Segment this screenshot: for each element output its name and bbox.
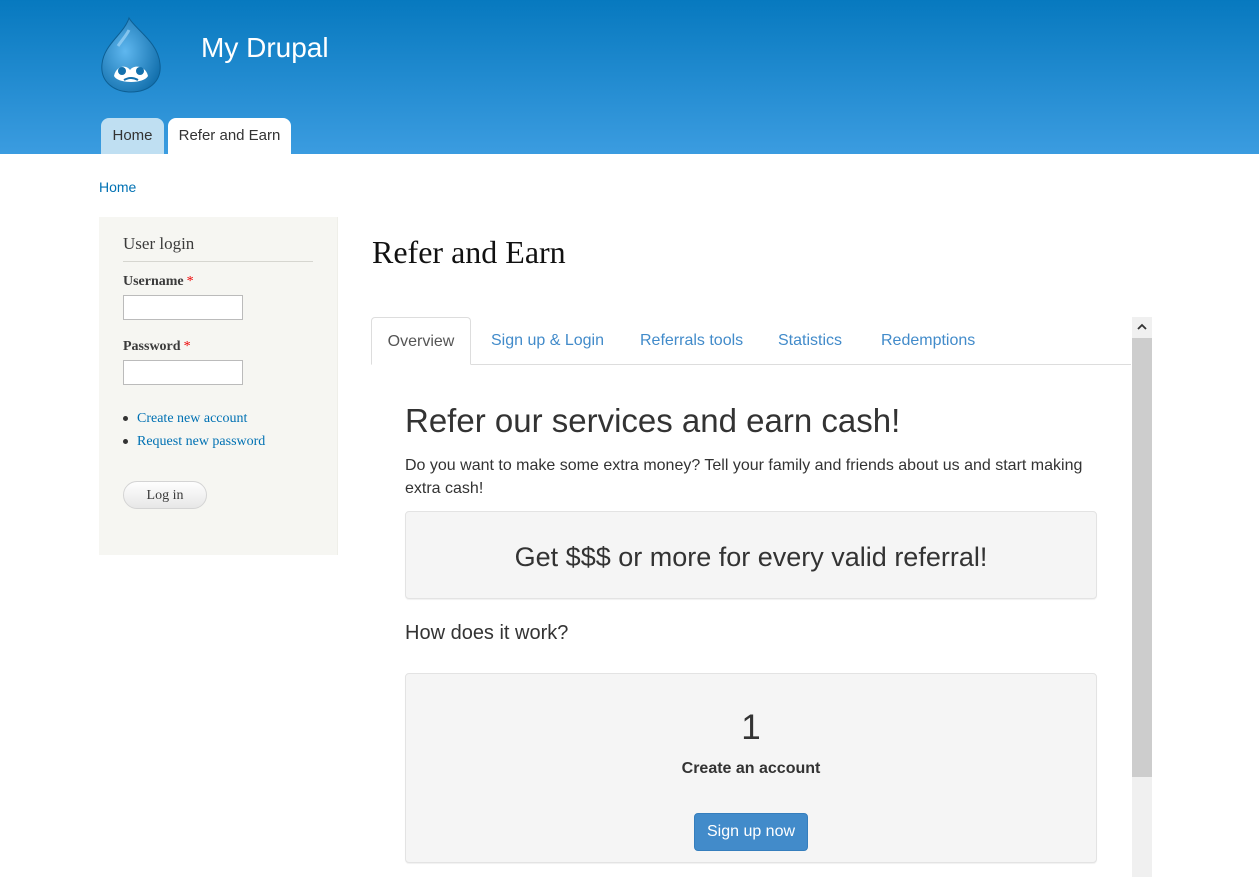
- secondary-tabs: Overview Sign up & Login Referrals tools…: [371, 317, 1131, 365]
- password-field[interactable]: [123, 360, 243, 385]
- login-links: Create new account Request new password: [123, 407, 265, 453]
- content-heading: Refer our services and earn cash!: [405, 402, 901, 439]
- username-label-text: Username: [123, 274, 184, 289]
- log-in-button[interactable]: Log in: [123, 481, 207, 509]
- scroll-up-arrow-icon[interactable]: [1132, 317, 1152, 338]
- step-title: Create an account: [681, 760, 821, 777]
- block-title: User login: [123, 234, 313, 262]
- scrollbar-thumb[interactable]: [1132, 338, 1152, 777]
- create-account-link[interactable]: Create new account: [123, 407, 265, 430]
- username-label: Username *: [123, 274, 194, 290]
- tab-overview[interactable]: Overview: [371, 317, 471, 365]
- intro-text: Do you want to make some extra money? Te…: [405, 457, 1083, 497]
- bullet-icon: [123, 416, 128, 421]
- password-label-text: Password: [123, 339, 181, 354]
- breadcrumb-home-link[interactable]: Home: [99, 179, 136, 195]
- tab-home[interactable]: Home: [101, 118, 164, 154]
- promo-box: Get $$$ or more for every valid referral…: [405, 511, 1097, 599]
- tab-refer-and-earn[interactable]: Refer and Earn: [168, 118, 291, 154]
- required-marker: *: [183, 339, 191, 354]
- site-header: My Drupal Home Refer and Earn: [0, 0, 1259, 154]
- vertical-scrollbar[interactable]: [1132, 317, 1152, 877]
- tab-redemptions[interactable]: Redemptions: [881, 317, 975, 364]
- drupal-logo-icon[interactable]: [96, 16, 166, 94]
- step-number: 1: [741, 708, 761, 747]
- username-field[interactable]: [123, 295, 243, 320]
- site-name[interactable]: My Drupal: [201, 32, 329, 64]
- password-label: Password *: [123, 339, 191, 355]
- page-title: Refer and Earn: [372, 234, 566, 270]
- create-account-link-text[interactable]: Create new account: [137, 411, 247, 427]
- tab-referrals-tools[interactable]: Referrals tools: [640, 317, 743, 364]
- required-marker: *: [186, 274, 194, 289]
- tab-statistics[interactable]: Statistics: [778, 317, 842, 364]
- request-password-link[interactable]: Request new password: [123, 430, 265, 453]
- request-password-link-text[interactable]: Request new password: [137, 434, 265, 450]
- bullet-icon: [123, 439, 128, 444]
- tab-sign-up-login[interactable]: Sign up & Login: [491, 317, 604, 364]
- user-login-block: User login Username * Password * Create ne…: [99, 217, 338, 555]
- how-it-works-heading: How does it work?: [405, 622, 569, 644]
- sign-up-now-button[interactable]: Sign up now: [694, 813, 808, 851]
- promo-text: Get $$$ or more for every valid referral…: [514, 542, 988, 572]
- step-box: 1 Create an account Sign up now: [405, 673, 1097, 863]
